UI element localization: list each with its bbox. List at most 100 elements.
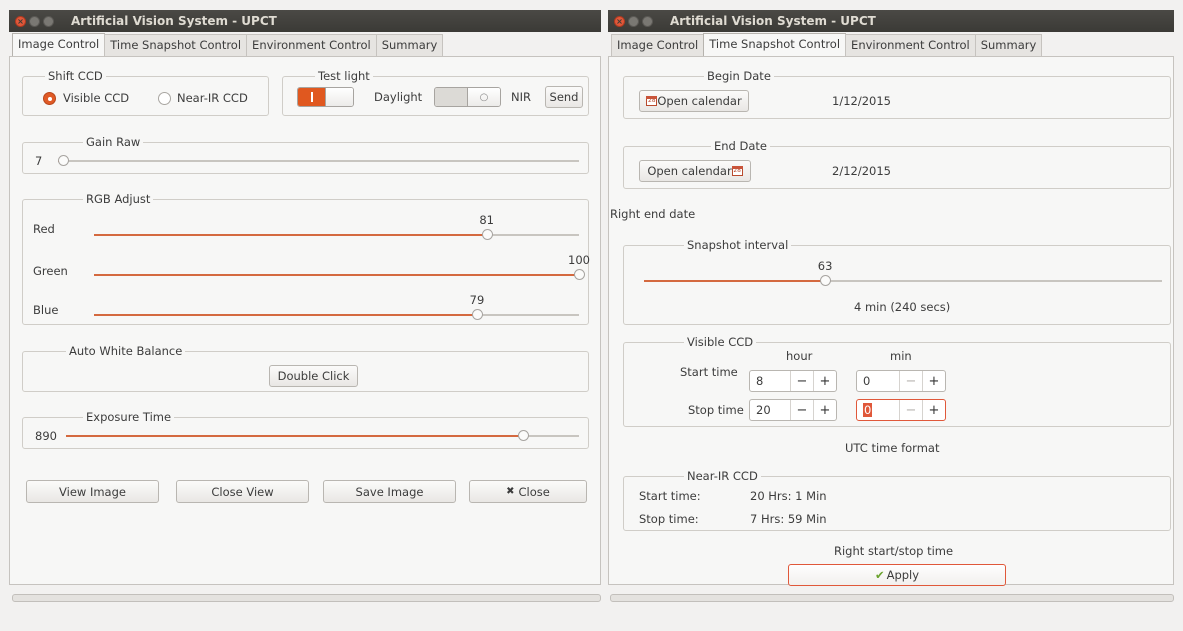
start-min-value[interactable]: 0: [857, 374, 899, 388]
stop-min-increment-button[interactable]: +: [922, 400, 945, 420]
stop-hour-value[interactable]: 20: [750, 403, 790, 417]
near-ir-ccd-legend: Near-IR CCD: [684, 469, 761, 483]
start-hour-increment-button[interactable]: +: [813, 371, 836, 391]
start-hour-value[interactable]: 8: [750, 374, 790, 388]
start-hour-stepper[interactable]: 8 − +: [749, 370, 837, 392]
red-value-label: 81: [479, 213, 494, 227]
begin-open-calendar-button[interactable]: 28 Open calendar: [639, 90, 749, 112]
start-min-stepper[interactable]: 0 − +: [856, 370, 946, 392]
close-view-button[interactable]: Close View: [176, 480, 309, 503]
close-button-label: Close: [518, 484, 550, 499]
hour-header: hour: [786, 349, 813, 363]
red-slider[interactable]: [94, 229, 579, 240]
save-image-button[interactable]: Save Image: [323, 480, 456, 503]
snapshot-interval-readout: 4 min (240 secs): [854, 300, 951, 314]
auto-white-balance-group: Auto White Balance Double Click: [22, 344, 589, 392]
stop-min-value[interactable]: 0: [863, 403, 873, 417]
minimize-window-icon[interactable]: [29, 15, 40, 27]
status-bar: [610, 594, 1174, 602]
apply-button[interactable]: ✔ Apply: [788, 564, 1006, 586]
shift-ccd-legend: Shift CCD: [45, 69, 106, 83]
begin-open-calendar-label: Open calendar: [657, 94, 742, 108]
close-window-icon[interactable]: ×: [15, 15, 26, 27]
test-light-legend: Test light: [315, 69, 373, 83]
end-open-calendar-label: Open calendar: [647, 164, 732, 178]
tab-summary[interactable]: Summary: [375, 34, 444, 56]
stop-min-decrement-button[interactable]: −: [899, 400, 922, 420]
blue-slider-handle[interactable]: [472, 309, 484, 320]
green-value-label: 100: [568, 253, 590, 267]
end-open-calendar-button[interactable]: Open calendar 28: [639, 160, 751, 182]
start-min-increment-button[interactable]: +: [922, 371, 945, 391]
minimize-window-icon[interactable]: [628, 15, 639, 27]
check-icon: ✔: [874, 568, 885, 582]
close-window-icon[interactable]: ×: [614, 15, 625, 27]
tab-bar: Image Control Time Snapshot Control Envi…: [9, 32, 601, 56]
snapshot-interval-slider-handle[interactable]: [820, 275, 832, 286]
visible-ccd-label: Visible CCD: [63, 91, 130, 105]
green-slider[interactable]: [94, 269, 585, 280]
end-date-legend: End Date: [711, 139, 770, 153]
near-ir-ccd-group: Near-IR CCD Start time: 20 Hrs: 1 Min St…: [623, 469, 1171, 531]
nir-switch[interactable]: ○: [434, 87, 501, 107]
maximize-window-icon[interactable]: [642, 15, 653, 27]
view-image-button[interactable]: View Image: [26, 480, 159, 503]
near-ir-stop-label: Stop time:: [639, 512, 699, 526]
begin-date-value: 1/12/2015: [832, 94, 891, 108]
blue-label: Blue: [33, 303, 59, 317]
green-label: Green: [33, 264, 68, 278]
red-label: Red: [33, 222, 55, 236]
red-slider-fill: [94, 234, 487, 236]
rgb-adjust-legend: RGB Adjust: [83, 192, 154, 206]
send-button[interactable]: Send: [545, 86, 583, 108]
tab-image-control[interactable]: Image Control: [611, 34, 705, 56]
gain-raw-slider-handle[interactable]: [58, 155, 70, 166]
blue-value-label: 79: [469, 293, 485, 307]
calendar-icon: 28: [646, 96, 658, 106]
tab-environment-control[interactable]: Environment Control: [845, 34, 976, 56]
exposure-time-value: 890: [35, 429, 57, 443]
start-min-decrement-button[interactable]: −: [899, 371, 922, 391]
snapshot-interval-slider-fill: [644, 280, 826, 282]
stop-hour-stepper[interactable]: 20 − +: [749, 399, 837, 421]
maximize-window-icon[interactable]: [43, 15, 54, 27]
tab-summary[interactable]: Summary: [974, 34, 1043, 56]
stop-time-label: Stop time: [688, 403, 744, 417]
near-ir-start-value: 20 Hrs: 1 Min: [750, 489, 827, 503]
tab-image-control[interactable]: Image Control: [12, 33, 106, 56]
start-hour-decrement-button[interactable]: −: [790, 371, 813, 391]
close-icon: ✖: [506, 486, 515, 497]
blue-slider[interactable]: [94, 309, 579, 320]
green-slider-handle[interactable]: [574, 269, 585, 280]
double-click-button[interactable]: Double Click: [269, 365, 358, 387]
start-time-label: Start time: [680, 365, 738, 379]
near-ir-stop-value: 7 Hrs: 59 Min: [750, 512, 827, 526]
test-light-group: Test light Daylight ○ NIR Send: [282, 69, 589, 116]
close-button[interactable]: ✖ Close: [469, 480, 587, 503]
exposure-time-slider[interactable]: [66, 430, 579, 441]
stop-min-stepper[interactable]: 0 − +: [856, 399, 946, 421]
status-message: Right start/stop time: [834, 544, 954, 558]
green-slider-fill: [94, 274, 579, 276]
exposure-time-slider-fill: [66, 435, 523, 437]
tab-time-snapshot-control[interactable]: Time Snapshot Control: [703, 33, 847, 56]
daylight-switch[interactable]: [297, 87, 354, 107]
snapshot-interval-slider[interactable]: [644, 275, 1162, 286]
nir-label: NIR: [511, 90, 531, 104]
near-ir-ccd-label: Near-IR CCD: [177, 91, 248, 105]
near-ir-ccd-radio[interactable]: [158, 92, 171, 105]
snapshot-interval-legend: Snapshot interval: [684, 238, 792, 252]
gain-raw-group: Gain Raw 7: [22, 135, 589, 174]
exposure-time-slider-handle[interactable]: [517, 430, 529, 441]
tab-bar: Image Control Time Snapshot Control Envi…: [608, 32, 1174, 56]
tab-time-snapshot-control[interactable]: Time Snapshot Control: [104, 34, 248, 56]
gain-raw-slider[interactable]: [58, 155, 579, 166]
stop-hour-increment-button[interactable]: +: [813, 400, 836, 420]
end-date-value: 2/12/2015: [832, 164, 891, 178]
apply-label: Apply: [886, 568, 920, 582]
exposure-time-legend: Exposure Time: [83, 410, 175, 424]
red-slider-handle[interactable]: [481, 229, 493, 240]
tab-environment-control[interactable]: Environment Control: [246, 34, 377, 56]
visible-ccd-radio[interactable]: [43, 92, 56, 105]
stop-hour-decrement-button[interactable]: −: [790, 400, 813, 420]
